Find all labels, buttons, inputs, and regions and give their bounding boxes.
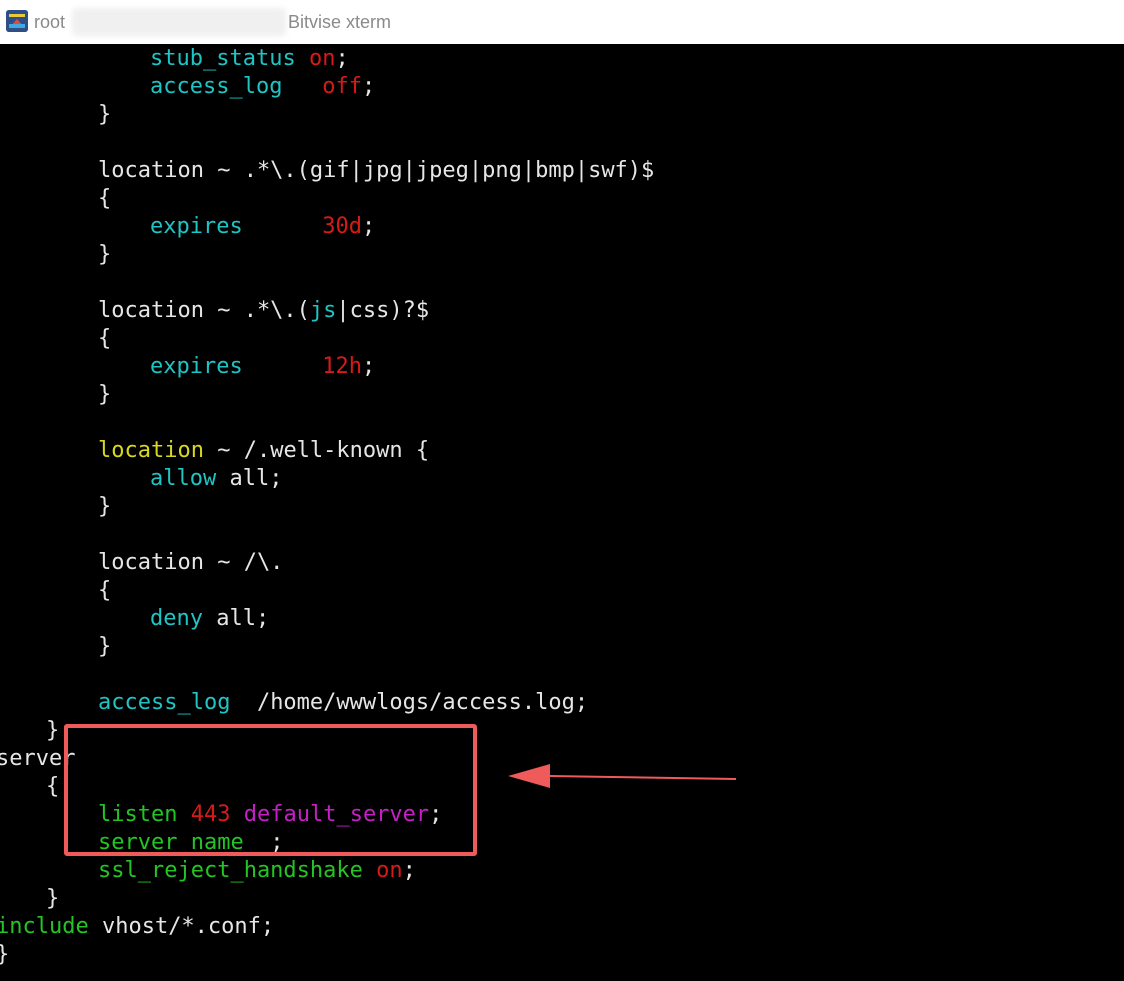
terminal-line: access_log off; (150, 73, 375, 101)
code-token: allow (150, 466, 217, 491)
terminal-line: { (98, 185, 111, 213)
terminal-line: stub_status on; (150, 45, 349, 73)
code-token: { (98, 186, 112, 211)
code-token: ; (361, 354, 376, 379)
terminal-line: } (46, 885, 59, 913)
code-token: { (98, 578, 112, 603)
code-token: on (376, 858, 403, 883)
code-token: } (98, 382, 112, 407)
code-token: access_log (98, 690, 231, 715)
code-token: off (322, 74, 362, 99)
code-token: ; (361, 214, 376, 239)
terminal-line: location ~ .*\.(gif|jpg|jpeg|png|bmp|swf… (98, 157, 654, 185)
code-token: location ~ /\. (98, 550, 284, 575)
code-token: location (98, 438, 204, 463)
code-token: expires (150, 214, 243, 239)
terminal-line: } (0, 941, 9, 969)
window-title-app: Bitvise xterm (288, 12, 392, 32)
code-token: on (308, 46, 336, 71)
code-token: } (46, 718, 60, 743)
terminal-window: root Bitvise xterm stub_status on; access… (0, 0, 1124, 981)
terminal-line: { (98, 325, 111, 353)
code-token: { (98, 326, 112, 351)
code-token: vhost/*.conf; (88, 914, 275, 939)
code-token: |css)?$ (336, 298, 430, 323)
terminal-line: allow all; (150, 465, 282, 493)
terminal-line: ssl_reject_handshake on; (98, 857, 416, 885)
terminal-line: deny all; (150, 605, 269, 633)
code-token: } (98, 634, 112, 659)
code-token: 12h (322, 354, 362, 379)
code-token: ~ /.well-known { (203, 438, 430, 463)
code-token: ssl_reject_handshake (98, 858, 363, 883)
code-token: js (309, 298, 337, 323)
code-token: all; (216, 466, 283, 491)
code-token: 30d (322, 214, 362, 239)
arrow-left-icon (500, 750, 750, 805)
terminal-line: access_log /home/wwwlogs/access.log; (98, 689, 588, 717)
code-token: deny (150, 606, 203, 631)
code-token: /home/wwwlogs/access.log; (230, 690, 589, 715)
code-token: ; (402, 858, 416, 883)
terminal-line: { (98, 577, 111, 605)
terminal-line: location ~ /.well-known { (98, 437, 429, 465)
code-token: } (98, 102, 112, 127)
code-token: } (98, 494, 112, 519)
terminal-line: location ~ /\. (98, 549, 283, 577)
terminal-line: } (98, 633, 111, 661)
code-token: { (46, 774, 60, 799)
code-token: ; (335, 46, 349, 71)
terminal-line: expires 30d; (150, 213, 375, 241)
terminal-line: } (46, 717, 59, 745)
code-token: } (98, 242, 112, 267)
terminal-line: } (98, 101, 111, 129)
terminal-line: expires 12h; (150, 353, 375, 381)
code-token: expires (150, 354, 243, 379)
bitvise-app-icon[interactable] (6, 10, 28, 32)
title-bar[interactable]: root Bitvise xterm (0, 0, 1124, 44)
terminal-line: include vhost/*.conf; (0, 913, 274, 941)
code-token: location ~ .*\.(gif|jpg|jpeg|png|bmp|swf… (98, 158, 655, 183)
code-token: } (0, 942, 9, 967)
terminal-line: } (98, 493, 111, 521)
code-token: access_log (150, 74, 283, 99)
window-title-user: root (34, 12, 66, 32)
terminal-line: { (46, 773, 59, 801)
code-token: location ~ .*\.( (98, 298, 310, 323)
code-token: ; (361, 74, 376, 99)
code-token: include (0, 914, 89, 939)
code-token: all; (202, 606, 270, 631)
code-token: stub_status (150, 46, 296, 71)
terminal-line: } (98, 381, 111, 409)
code-token: } (46, 886, 60, 911)
highlight-box (64, 724, 477, 856)
terminal-line: } (98, 241, 111, 269)
redacted-host (72, 8, 286, 36)
terminal-line: location ~ .*\.(js|css)?$ (98, 297, 429, 325)
